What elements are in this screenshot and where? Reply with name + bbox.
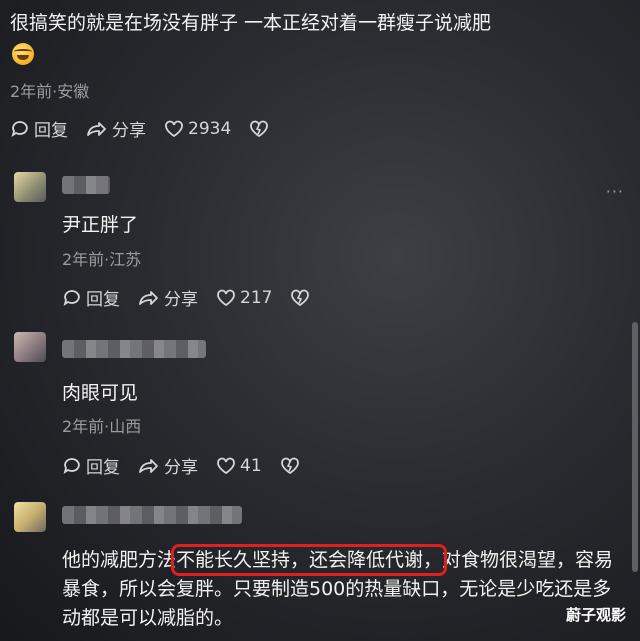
comment-text-top: 很搞笑的就是在场没有胖子 一本正经对着一群瘦子说减肥 (10, 12, 492, 34)
reply-label: 回复 (86, 290, 120, 310)
reply-icon (11, 120, 28, 137)
comment-text: 尹正胖了 (62, 214, 139, 236)
like-button[interactable]: 2934 (164, 119, 231, 139)
share-icon (87, 121, 106, 136)
heart-icon (217, 457, 235, 474)
comment-actions: 回复 分享 41 (62, 453, 322, 478)
like-count: 217 (240, 287, 273, 308)
dislike-button[interactable] (249, 119, 273, 139)
blurred-username[interactable] (62, 506, 242, 524)
broken-heart-icon (280, 457, 299, 474)
like-button[interactable]: 41 (216, 456, 262, 476)
comment-meta: 2年前·山西 (62, 417, 142, 436)
like-count: 41 (240, 455, 262, 476)
laughing-emoji-icon (12, 43, 34, 65)
reply-button[interactable]: 回复 (10, 116, 68, 141)
dislike-button[interactable] (290, 288, 314, 308)
comment-meta: 2年前·江苏 (62, 250, 142, 269)
share-button[interactable]: 分享 (138, 285, 198, 310)
reply-icon (63, 289, 80, 306)
more-menu-icon[interactable]: ··· (606, 182, 624, 201)
reply-button[interactable]: 回复 (62, 285, 120, 310)
share-button[interactable]: 分享 (86, 116, 146, 141)
broken-heart-icon (250, 120, 269, 137)
dislike-button[interactable] (280, 456, 304, 476)
comment-actions: 回复 分享 217 (62, 285, 332, 310)
watermark: 蔚子观影 (565, 606, 626, 624)
avatar[interactable] (14, 502, 46, 532)
like-button[interactable]: 217 (216, 288, 272, 308)
blurred-username[interactable] (62, 340, 206, 358)
reply-icon (63, 457, 80, 474)
share-label: 分享 (164, 290, 198, 310)
comment-actions-top: 回复 分享 2934 (10, 116, 291, 141)
share-label: 分享 (164, 458, 198, 478)
like-count: 2934 (188, 118, 232, 139)
reply-button[interactable]: 回复 (62, 453, 120, 478)
share-label: 分享 (112, 121, 146, 141)
comment-text-start: 他的减肥方法 (62, 549, 177, 571)
heart-icon (165, 120, 183, 137)
scrollbar[interactable] (632, 322, 638, 572)
broken-heart-icon (291, 289, 310, 306)
share-button[interactable]: 分享 (138, 453, 198, 478)
reply-label: 回复 (86, 458, 120, 478)
highlighted-phrase: 不能长久坚持，还会降低代谢， (171, 544, 448, 576)
comment-text: 肉眼可见 (62, 382, 139, 404)
comment-text: 他的减肥方法不能长久坚持，还会降低代谢，对食物很渴望，容易暴食，所以会复胖。只要… (62, 544, 622, 633)
heart-icon (217, 289, 235, 306)
share-icon (139, 290, 158, 305)
avatar[interactable] (14, 172, 46, 202)
comment-meta-top: 2年前·安徽 (10, 82, 90, 101)
blurred-username[interactable] (62, 176, 110, 194)
share-icon (139, 458, 158, 473)
avatar[interactable] (14, 332, 46, 362)
reply-label: 回复 (34, 121, 68, 141)
